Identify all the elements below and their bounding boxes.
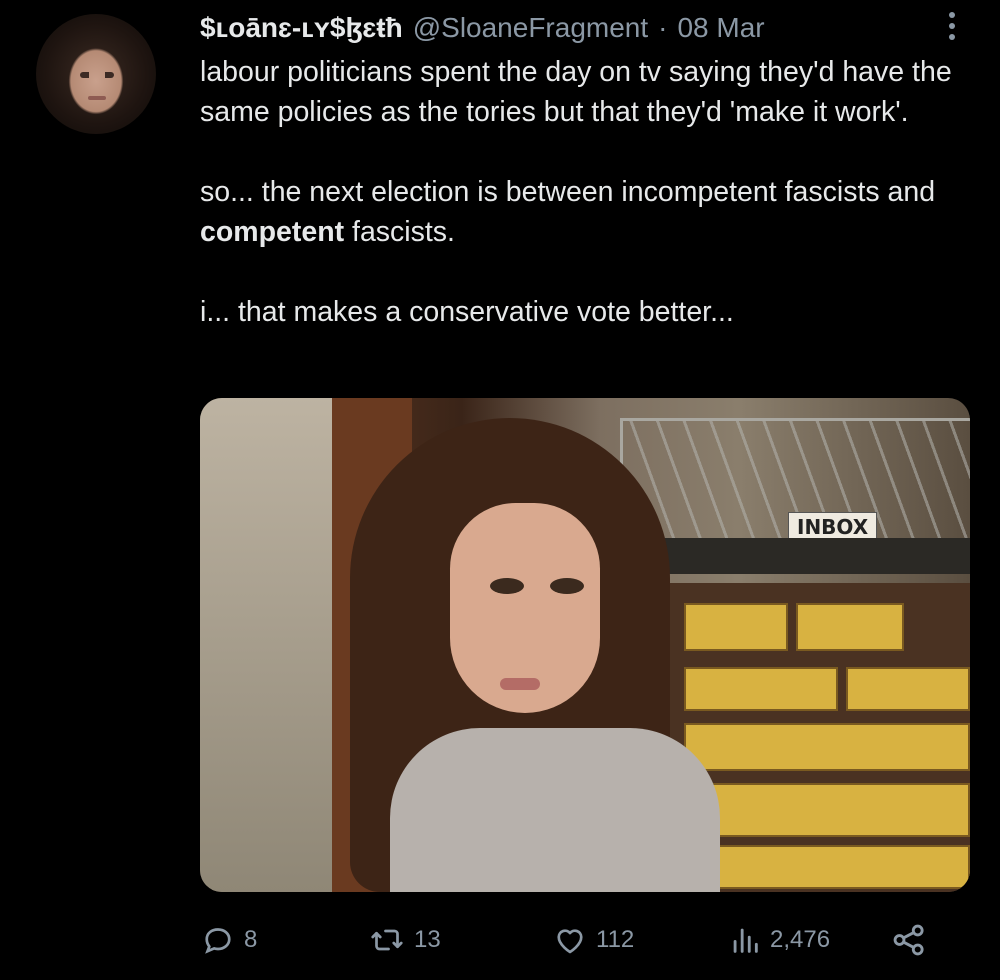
paragraph-2-end: fascists. [344,216,455,248]
tweet-actions: 8 13 112 2,476 [200,915,970,965]
tweet-text: labour politicians spent the day on tv s… [200,52,970,332]
share-button[interactable] [890,915,928,965]
tweet-date[interactable]: 08 Mar [677,12,764,44]
person-shirt [390,728,720,892]
person-lips [500,678,540,690]
reply-count: 8 [244,926,258,953]
tweet-paragraph-1: labour politicians spent the day on tv s… [200,56,952,128]
avatar-eyes [80,72,114,78]
views-count: 2,476 [770,926,831,953]
tweet-paragraph-2: so... the next election is between incom… [200,172,970,252]
author-avatar[interactable] [36,14,156,134]
views-icon [733,928,758,953]
author-display-name[interactable]: $ʟoā̄nɛ-ʟʏ$ɮɛŧħ [200,12,403,44]
views-button[interactable]: 2,476 [728,915,830,965]
like-button[interactable]: 112 [552,915,634,965]
avatar-mouth [88,96,106,100]
share-icon [893,924,924,956]
repost-count: 13 [414,926,441,953]
repost-button[interactable]: 13 [368,915,441,965]
reply-button[interactable]: 8 [200,915,257,965]
wall [200,398,340,892]
tweet-paragraph-3: i... that makes a conservative vote bett… [200,296,734,328]
tweet-header: $ʟoā̄nɛ-ʟʏ$ɮɛŧħ @SloaneFragment · 08 Mar [200,8,940,48]
paragraph-2-start: so... the next election is between incom… [200,176,936,208]
like-count: 112 [596,926,635,953]
tweet-media-image[interactable]: INBOX [200,398,970,892]
repost-icon [371,929,403,951]
person-eye-left [490,578,524,594]
author-handle[interactable]: @SloaneFragment [413,12,648,44]
paragraph-2-bold: competent [200,216,345,248]
person-eye-right [550,578,584,594]
like-icon [557,929,583,954]
more-icon[interactable] [934,6,970,46]
reply-icon [205,928,231,954]
shelf [620,538,970,574]
header-separator: · [658,12,668,43]
